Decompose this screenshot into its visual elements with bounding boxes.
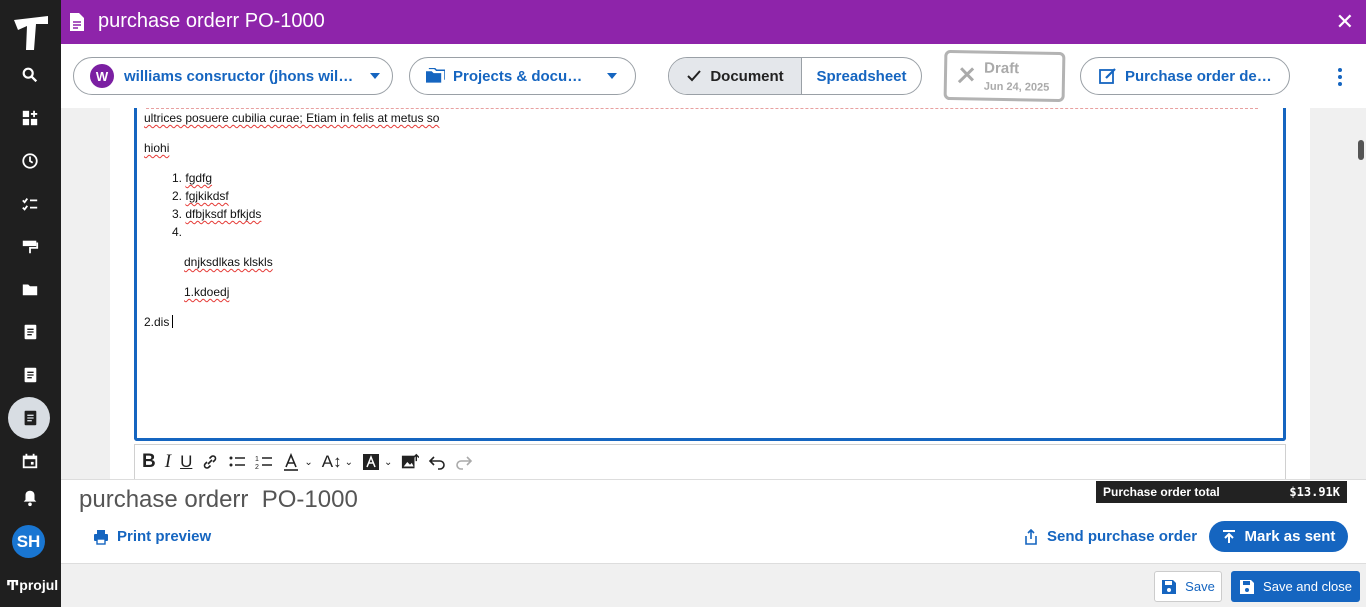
numbered-list-icon[interactable]: 12 — [255, 452, 273, 472]
mark-as-sent-label: Mark as sent — [1244, 528, 1336, 545]
save-label: Save — [1185, 579, 1215, 594]
invoice-doc-icon[interactable] — [16, 361, 44, 389]
rich-text-editor[interactable]: ultrices posuere cubilia curae; Etiam in… — [134, 108, 1286, 441]
save-icon — [1240, 579, 1255, 594]
chevron-down-icon — [607, 73, 617, 79]
summary-panel: purchase orderr PO-1000 Purchase order t… — [61, 479, 1366, 563]
list-item: 1. fgdfg — [172, 171, 213, 185]
projects-selector[interactable]: Projects & documents — [409, 57, 636, 95]
toolbar: W williams consructor (jhons williams) P… — [61, 44, 1366, 108]
purchase-order-icon[interactable] — [16, 404, 44, 432]
status-date: Jun 24, 2025 — [983, 80, 1050, 94]
document-view-label: Document — [710, 67, 784, 85]
print-preview-button[interactable]: Print preview — [93, 528, 211, 545]
status-text: Draft — [983, 59, 1020, 78]
editor-paragraph: 1.kdoedj — [184, 285, 230, 299]
folders-icon — [426, 68, 445, 83]
spreadsheet-view-label: Spreadsheet — [816, 67, 907, 85]
save-icon — [1162, 579, 1177, 594]
save-and-close-label: Save and close — [1263, 579, 1352, 594]
highlight-color-icon[interactable]: ⌄ — [362, 452, 392, 472]
redo-icon[interactable] — [455, 452, 473, 472]
spreadsheet-view-button[interactable]: Spreadsheet — [802, 58, 921, 94]
purchase-order-name: purchase orderr PO-1000 — [79, 486, 358, 513]
svg-text:1: 1 — [255, 456, 259, 463]
more-options-icon[interactable] — [1338, 68, 1342, 89]
link-icon[interactable] — [201, 452, 219, 472]
estimate-doc-icon[interactable] — [16, 318, 44, 346]
user-avatar[interactable]: SH — [12, 525, 45, 558]
save-button[interactable]: Save — [1154, 571, 1222, 602]
close-icon[interactable]: ✕ — [1336, 9, 1354, 35]
editor-paragraph: hiohi — [144, 141, 170, 155]
purchase-order-details-button[interactable]: Purchase order details — [1080, 57, 1290, 95]
font-size-icon[interactable]: A↕ ⌄ — [322, 452, 353, 472]
list-item: 4. — [172, 225, 183, 239]
printer-icon — [94, 529, 108, 545]
paint-roller-icon[interactable] — [16, 233, 44, 261]
view-toggle: Document Spreadsheet — [668, 57, 922, 95]
formatting-toolbar: B I U 12 ⌄ A↕ ⌄ ⌄ — [134, 444, 1286, 479]
editor-paragraph: ultrices posuere cubilia curae; Etiam in… — [144, 111, 440, 125]
bullet-list-icon[interactable] — [228, 452, 246, 472]
total-value: $13.91K — [1289, 485, 1340, 499]
projects-label: Projects & documents — [453, 67, 593, 85]
document-view-button[interactable]: Document — [669, 58, 802, 94]
window-title: purchase orderr PO-1000 — [98, 10, 325, 32]
text-cursor — [172, 315, 174, 328]
svg-text:2: 2 — [255, 464, 259, 471]
mark-as-sent-button[interactable]: Mark as sent — [1209, 521, 1348, 552]
folder-icon[interactable] — [16, 275, 44, 303]
document-icon — [70, 13, 84, 31]
undo-icon[interactable] — [428, 452, 446, 472]
bold-icon[interactable]: B — [142, 451, 156, 472]
chevron-down-icon — [370, 73, 380, 79]
brand-logo: Ͳprojul — [6, 577, 59, 593]
list-item: 3. dfbjksdf bfkjds — [172, 207, 262, 221]
check-icon — [687, 70, 702, 82]
dashboard-add-icon[interactable] — [16, 104, 44, 132]
edit-icon — [1099, 68, 1116, 84]
search-icon[interactable] — [16, 61, 44, 89]
calendar-icon[interactable] — [16, 447, 44, 475]
hammer-logo-icon[interactable] — [10, 10, 52, 52]
tools-icon — [957, 67, 975, 84]
footer-bar: Save Save and close — [61, 563, 1366, 607]
clock-icon[interactable] — [16, 147, 44, 175]
editor-paragraph: dnjksdlkas klskls — [184, 255, 273, 269]
upload-icon — [1222, 529, 1235, 543]
purchase-order-total: Purchase order total $13.91K — [1095, 480, 1348, 504]
draft-status-stamp: Draft Jun 24, 2025 — [943, 49, 1066, 103]
send-purchase-order-button[interactable]: Send purchase order — [1023, 528, 1197, 545]
print-preview-label: Print preview — [117, 528, 212, 545]
text-color-icon[interactable]: ⌄ — [282, 452, 313, 472]
underline-icon[interactable]: U — [180, 452, 192, 472]
list-item: 2. fgjkikdsf — [172, 189, 229, 203]
page-break-line — [146, 108, 1258, 109]
editor-paragraph: 2.dis — [144, 315, 174, 329]
client-selector[interactable]: W williams consructor (jhons williams) — [73, 57, 393, 95]
italic-icon[interactable]: I — [165, 451, 171, 472]
total-label: Purchase order total — [1103, 485, 1220, 499]
share-icon — [1025, 528, 1037, 545]
save-and-close-button[interactable]: Save and close — [1231, 571, 1360, 602]
title-bar: purchase orderr PO-1000 ✕ — [61, 0, 1366, 44]
insert-image-icon[interactable] — [401, 452, 420, 472]
bell-icon[interactable] — [16, 484, 44, 512]
checklist-icon[interactable] — [16, 190, 44, 218]
app-sidebar: SH Ͳprojul — [0, 0, 61, 607]
client-label: williams consructor (jhons williams) — [124, 67, 356, 85]
client-badge-icon: W — [90, 64, 114, 88]
po-details-label: Purchase order details — [1125, 67, 1275, 85]
send-po-label: Send purchase order — [1047, 528, 1198, 545]
scrollbar-thumb[interactable] — [1358, 140, 1364, 160]
brand-name: projul — [19, 577, 59, 593]
